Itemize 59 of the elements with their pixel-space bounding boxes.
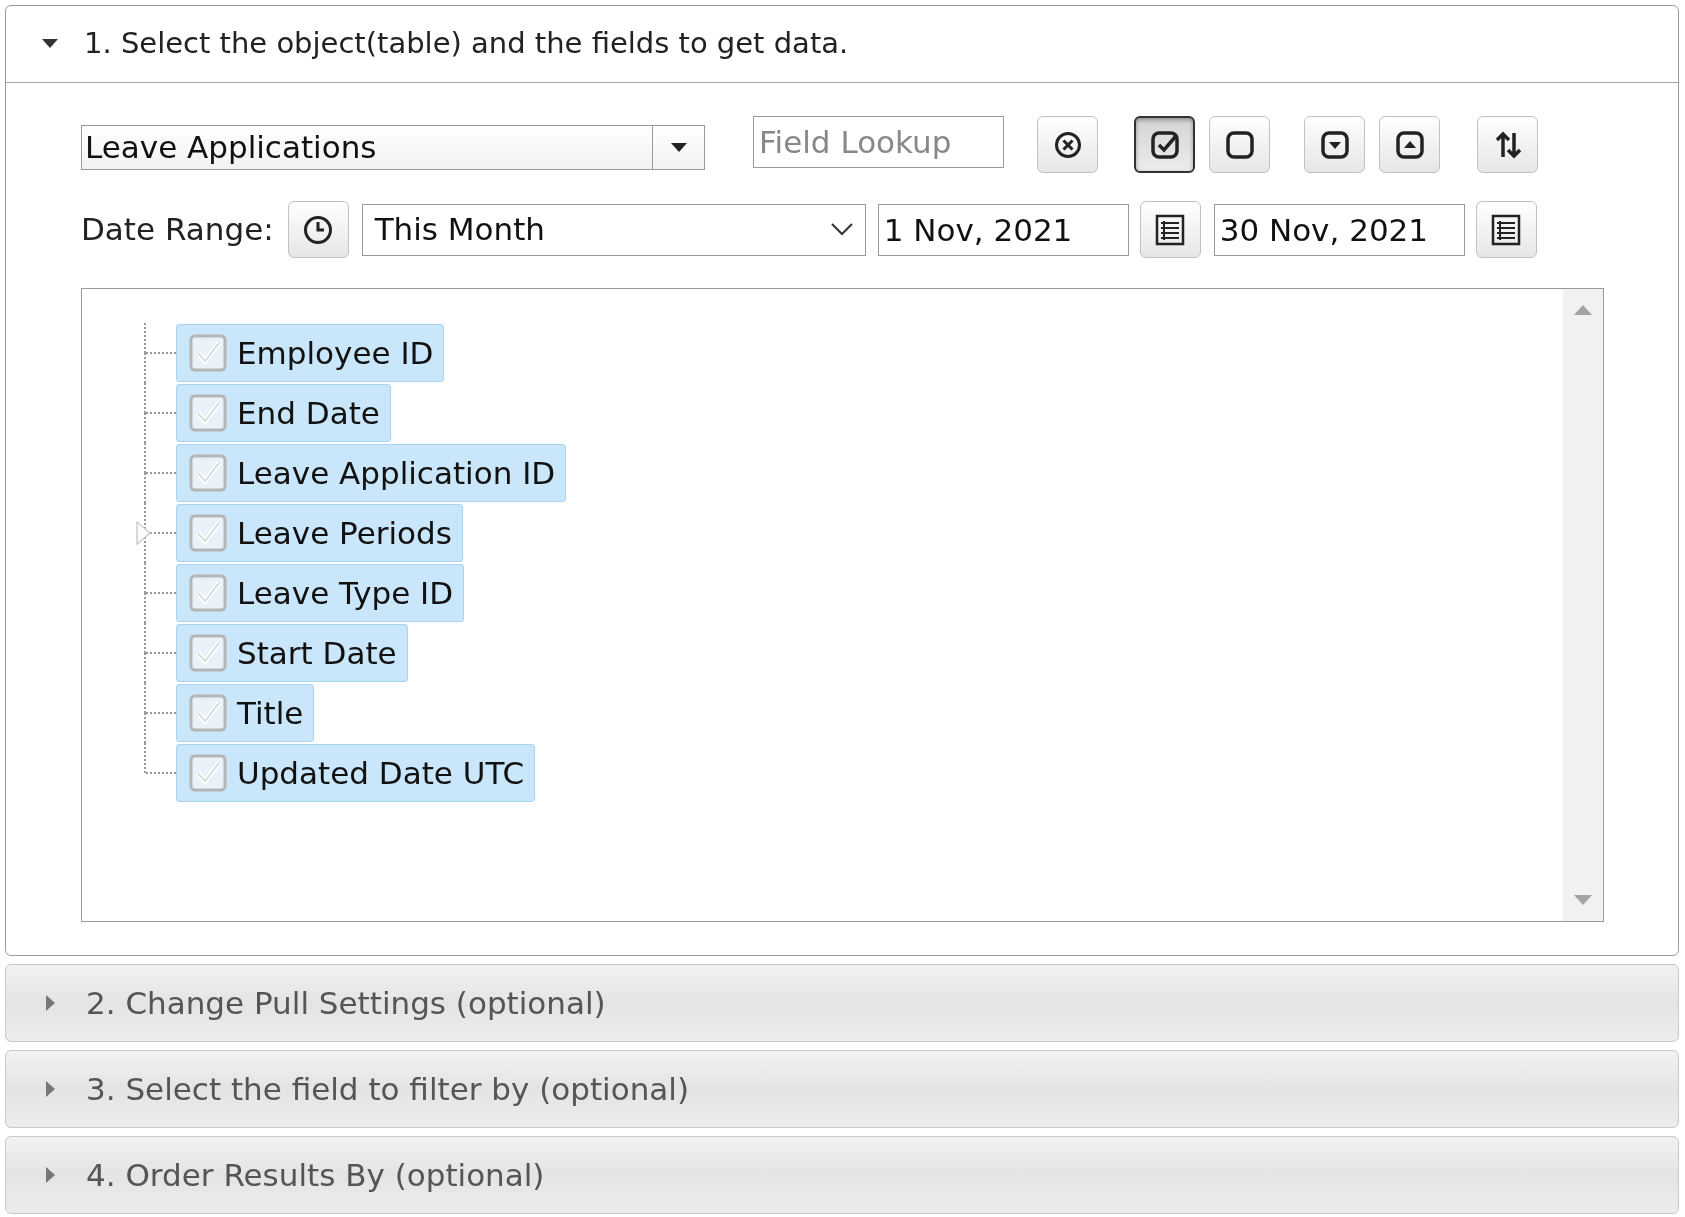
checkbox-checked-icon[interactable] (189, 514, 227, 552)
calendar-icon (1491, 213, 1522, 246)
checkbox-checked-icon[interactable] (189, 334, 227, 372)
calendar-button[interactable] (1475, 201, 1537, 258)
square-caret-down-icon (1320, 130, 1349, 159)
clock-button[interactable] (287, 201, 349, 258)
checkbox-empty-icon (1225, 130, 1254, 159)
section-title: 2. Change Pull Settings (optional) (86, 983, 606, 1023)
toolbar-button[interactable] (1134, 116, 1195, 173)
object-select[interactable]: Leave Applications (81, 125, 705, 170)
field-tree-item[interactable]: Start Date (176, 624, 408, 682)
calendar-icon (1155, 213, 1186, 246)
field-label: Leave Application ID (237, 453, 556, 493)
calendar-button[interactable] (1139, 201, 1201, 258)
field-label: Start Date (237, 633, 397, 673)
field-tree-item[interactable]: Title (176, 684, 315, 742)
checkbox-checked-icon[interactable] (189, 634, 227, 672)
date-preset-select[interactable]: This Month (361, 203, 866, 256)
scroll-up-arrow-icon (1574, 305, 1592, 315)
chevron-down-icon (830, 223, 853, 236)
field-tree-item[interactable]: Updated Date UTC (176, 744, 536, 802)
scroll-down-arrow-icon (1574, 895, 1592, 905)
field-tree-item[interactable]: Leave Type ID (176, 564, 465, 622)
field-label: Employee ID (237, 333, 434, 373)
section-title: 3. Select the field to filter by (optional) (86, 1069, 690, 1109)
field-tree-item[interactable]: End Date (176, 384, 391, 442)
field-lookup-input[interactable]: Field Lookup (753, 116, 1004, 168)
checkbox-checked-icon[interactable] (189, 754, 227, 792)
field-tree-item[interactable]: Leave Periods (176, 504, 463, 562)
checkbox-checked-icon[interactable] (189, 694, 227, 732)
section-header[interactable]: 1. Select the object(table) and the fields to get data. (6, 6, 1678, 83)
field-label: End Date (237, 393, 380, 433)
sort-arrows-icon (1493, 130, 1522, 159)
expand-arrow-icon[interactable] (136, 521, 152, 545)
section-header[interactable]: 2. Change Pull Settings (optional) (5, 964, 1679, 1042)
date-input[interactable]: 30 Nov, 2021 (1213, 203, 1465, 256)
checkbox-checked-icon[interactable] (189, 454, 227, 492)
clear-icon (1053, 130, 1082, 159)
scrollbar[interactable] (1563, 289, 1603, 921)
field-label: Title (237, 693, 304, 733)
date-input[interactable]: 1 Nov, 2021 (877, 203, 1129, 256)
square-caret-up-icon (1395, 130, 1424, 159)
field-label: Leave Periods (237, 513, 452, 553)
dropdown-caret-icon (670, 142, 687, 153)
field-label: Updated Date UTC (237, 753, 525, 793)
checkbox-checked-icon[interactable] (189, 574, 227, 612)
field-label: Leave Type ID (237, 573, 454, 613)
select-value: This Month (374, 210, 546, 250)
section-header[interactable]: 4. Order Results By (optional) (5, 1136, 1679, 1214)
section-title: 4. Order Results By (optional) (86, 1155, 545, 1195)
checkbox-checked-icon (1150, 130, 1179, 159)
clock-icon (303, 214, 334, 245)
field-tree-item[interactable]: Employee ID (176, 324, 445, 382)
field-tree-item[interactable]: Leave Application ID (176, 444, 567, 502)
section-header[interactable]: 3. Select the field to filter by (optional) (5, 1050, 1679, 1128)
section-title: 1. Select the object(table) and the fields to get data. (84, 25, 849, 63)
select-value: Leave Applications (84, 128, 378, 167)
date-range-label: Date Range: (81, 210, 274, 250)
checkbox-checked-icon[interactable] (189, 394, 227, 432)
